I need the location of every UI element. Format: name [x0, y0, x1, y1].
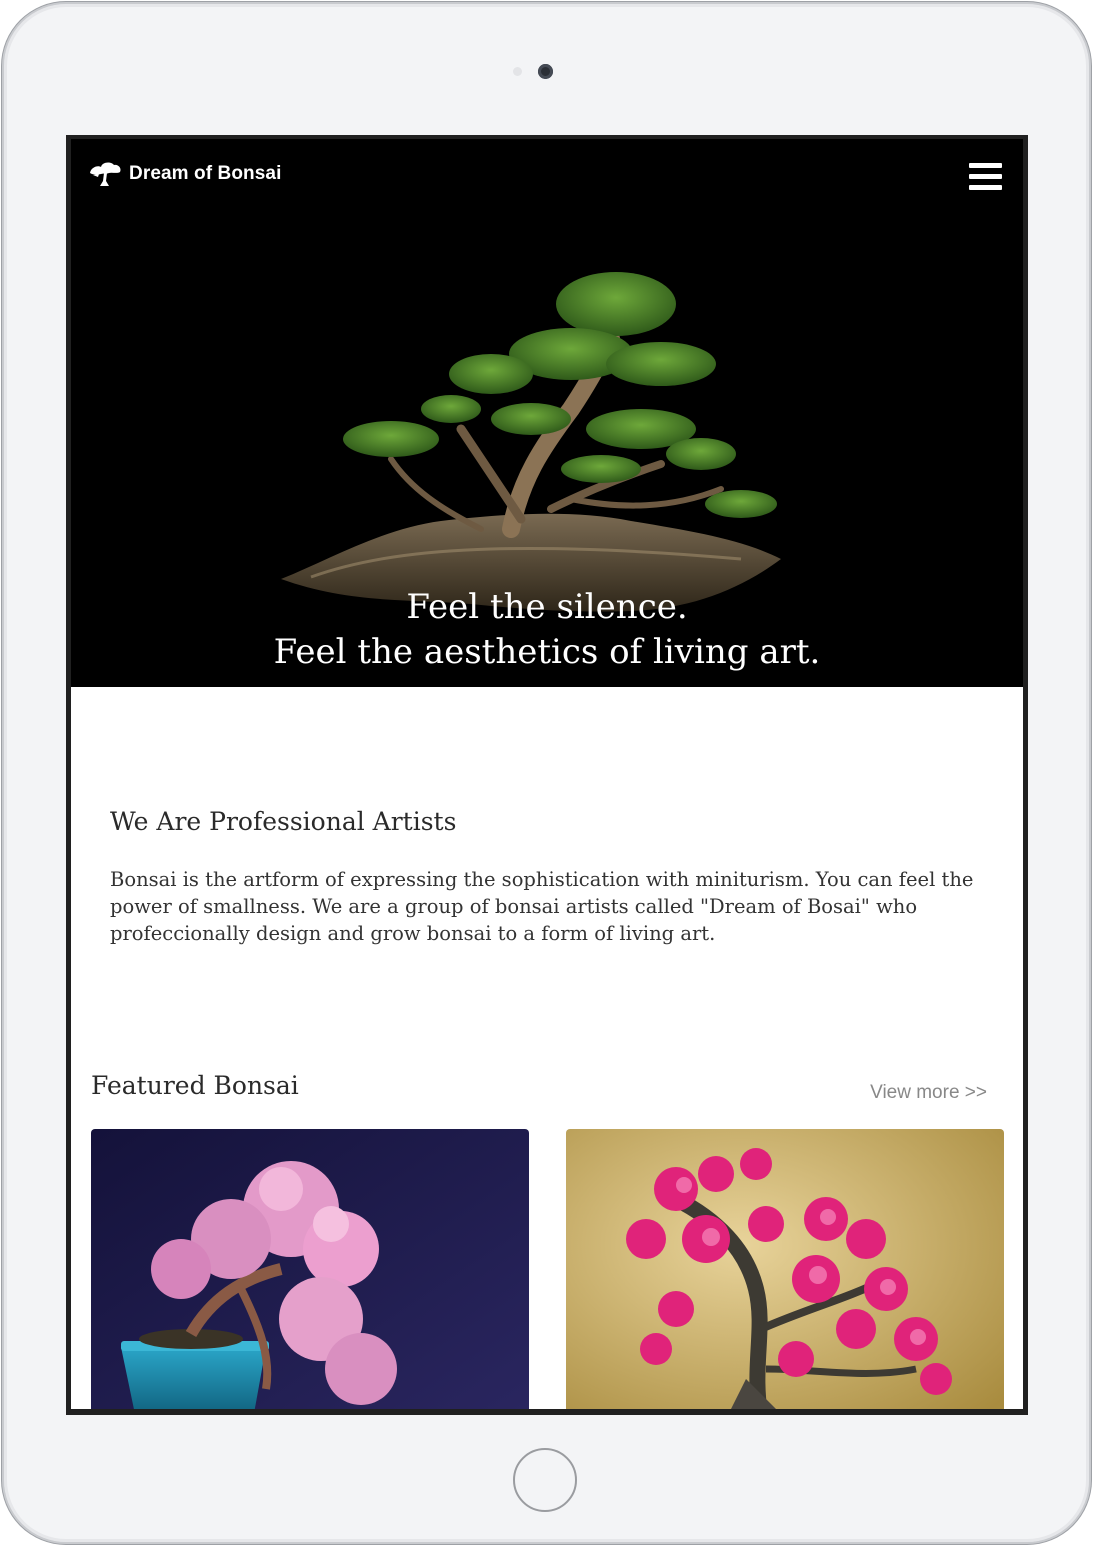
featured-card-azalea[interactable] [91, 1129, 529, 1409]
proximity-sensor [513, 67, 522, 76]
flowering-bonsai-image [566, 1129, 1004, 1409]
featured-card-flowering[interactable] [566, 1129, 1004, 1409]
screen: Dream of Bonsai Feel the silence. Feel t… [66, 135, 1028, 1415]
web-page: Dream of Bonsai Feel the silence. Feel t… [71, 139, 1023, 1409]
bonsai-tree-icon [90, 162, 121, 186]
brand-logo-link[interactable]: Dream of Bonsai [87, 159, 281, 189]
hero-tagline-line1: Feel the silence. [406, 587, 688, 627]
azalea-bonsai-image [91, 1129, 529, 1409]
featured-heading: Featured Bonsai [91, 1071, 299, 1100]
home-button[interactable] [513, 1448, 577, 1512]
hero-tagline-line2: Feel the aesthetics of living art. [273, 632, 821, 672]
about-heading: We Are Professional Artists [110, 807, 457, 836]
brand-name: Dream of Bonsai [129, 163, 282, 184]
hero-section: Dream of Bonsai Feel the silence. Feel t… [71, 139, 1023, 687]
hamburger-menu-icon[interactable] [969, 163, 1002, 190]
front-camera-icon [538, 64, 553, 79]
about-paragraph: Bonsai is the artform of expressing the … [110, 868, 974, 945]
view-more-link[interactable]: View more >> [870, 1082, 987, 1104]
